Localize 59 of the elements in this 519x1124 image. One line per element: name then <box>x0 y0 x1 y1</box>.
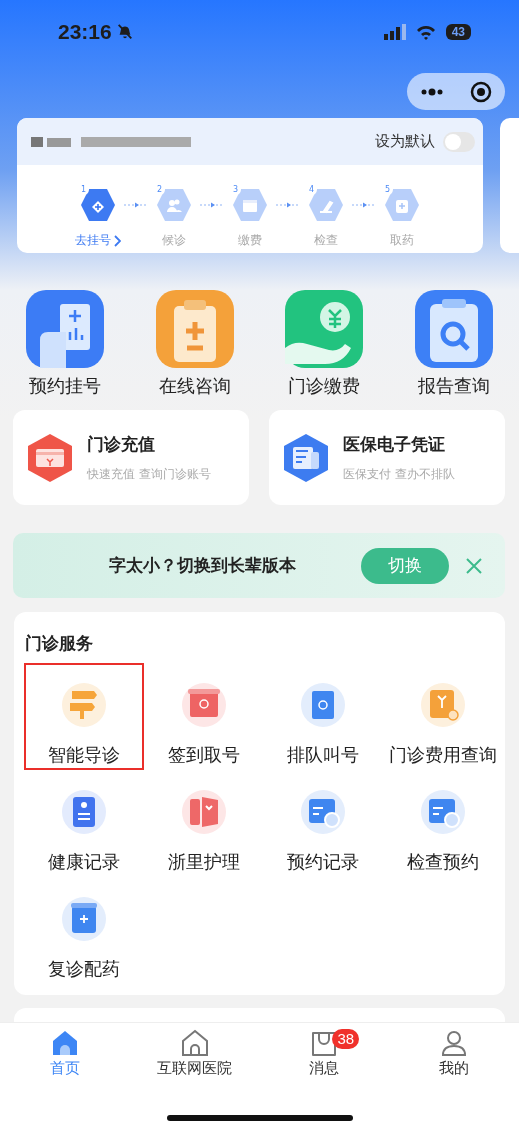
service-item[interactable]: 签到取号 <box>143 663 264 770</box>
service-item[interactable]: 复诊配药 <box>24 877 144 984</box>
step-label: 检查 <box>314 232 338 249</box>
quick-action[interactable]: 在线咨询 <box>129 290 260 410</box>
close-miniprogram-icon[interactable] <box>470 80 492 103</box>
wifi-icon <box>415 24 436 40</box>
tab[interactable]: 互联网医院 <box>129 1023 260 1124</box>
step-connector-arrow <box>275 202 301 208</box>
clipboard-search-icon <box>415 290 494 368</box>
step-connector-arrow <box>123 202 149 208</box>
quick-action[interactable]: 报告查询 <box>389 290 519 410</box>
quick-action[interactable]: 门诊缴费 <box>259 290 390 410</box>
battery-level: 43 <box>445 24 471 40</box>
step-number: 1 <box>78 184 89 195</box>
service-item[interactable]: 排队叫号 <box>263 663 384 770</box>
step-label: 取药 <box>390 232 414 249</box>
service-item[interactable]: 门诊费用查询 <box>383 663 503 770</box>
service-item[interactable]: 检查预约 <box>383 770 503 877</box>
step-label: 缴费 <box>238 232 262 249</box>
step-number: 2 <box>154 184 165 195</box>
person-icon <box>440 1029 469 1057</box>
feature-card[interactable]: 门诊充值 快速充值 查询门诊账号 <box>13 410 249 505</box>
service-item[interactable]: 健康记录 <box>24 770 144 877</box>
bag-icon <box>310 1029 339 1057</box>
step-connector-arrow <box>351 202 377 208</box>
document-hexagon-icon <box>281 431 331 484</box>
clipboard-plus-minus-icon <box>155 290 234 368</box>
card-hexagon-icon <box>25 431 75 484</box>
feature-title: 门诊充值 <box>87 432 156 456</box>
house-outline-icon <box>180 1029 209 1057</box>
feature-subtitle: 医保支付 查办不排队 <box>343 465 455 483</box>
service-item[interactable]: 浙里护理 <box>143 770 264 877</box>
registration-card-icon <box>25 290 104 368</box>
unread-badge: 38 <box>332 1029 360 1049</box>
tab[interactable]: 消息 38 <box>259 1023 390 1124</box>
step-connector-arrow <box>199 202 225 208</box>
step-number: 5 <box>382 184 393 195</box>
tab[interactable]: 首页 <box>0 1023 130 1124</box>
service-item[interactable]: 预约记录 <box>263 770 384 877</box>
mute-bell-icon <box>115 23 134 41</box>
feature-subtitle: 快速充值 查询门诊账号 <box>87 465 211 483</box>
section-title: 门诊服务 <box>24 632 94 655</box>
quick-action[interactable]: 预约挂号 <box>0 290 130 410</box>
default-toggle[interactable] <box>443 131 475 152</box>
signal-icon <box>383 24 406 40</box>
default-label: 设为默认 <box>375 132 435 151</box>
banner-text: 字太小？切换到长辈版本 <box>109 554 297 577</box>
home-icon <box>50 1029 79 1057</box>
step-label: 候诊 <box>162 232 186 249</box>
coin-hand-icon <box>285 290 364 368</box>
service-item[interactable]: 智能导诊 <box>24 663 144 770</box>
step-label[interactable]: 去挂号 <box>75 232 111 249</box>
step-number: 4 <box>306 184 317 195</box>
chevron-right-icon <box>113 234 121 247</box>
status-time: 23:16 <box>58 20 112 44</box>
feature-title: 医保电子凭证 <box>343 432 446 456</box>
tab[interactable]: 我的 <box>389 1023 519 1124</box>
step-number: 3 <box>230 184 241 195</box>
feature-card[interactable]: 医保电子凭证 医保支付 查办不排队 <box>269 410 505 505</box>
